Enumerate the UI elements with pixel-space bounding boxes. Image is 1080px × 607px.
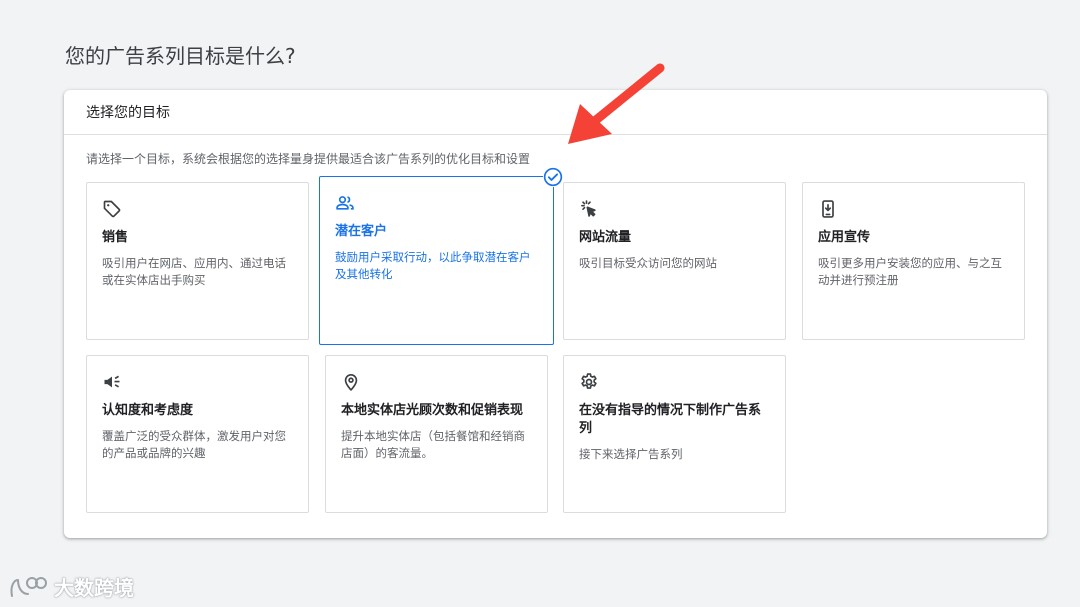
goal-card-description: 覆盖广泛的受众群体，激发用户对您的产品或品牌的兴趣	[102, 429, 286, 460]
check-circle-icon	[543, 167, 563, 187]
location-pin-icon	[341, 372, 361, 392]
goal-card-description: 鼓励用户采取行动，以此争取潜在客户及其他转化	[335, 250, 531, 281]
goal-card-title: 本地实体店光顾次数和促销表现	[341, 403, 524, 418]
goal-card-title: 在没有指导的情况下制作广告系列	[579, 403, 762, 436]
page-title: 您的广告系列目标是什么?	[65, 44, 296, 68]
goal-card-description: 吸引用户在网店、应用内、通过电话或在实体店出手购买	[102, 256, 286, 287]
watermark-logo-icon	[8, 574, 48, 600]
cursor-click-icon	[579, 199, 599, 219]
goal-card-description: 吸引目标受众访问您的网站	[579, 256, 717, 270]
goal-card-title: 网站流量	[579, 230, 632, 245]
goal-card-title: 销售	[102, 230, 129, 245]
panel-description: 请选择一个目标，系统会根据您的选择量身提供最适合该广告系列的优化目标和设置	[86, 152, 531, 166]
panel-header: 选择您的目标	[64, 90, 1047, 135]
goal-card-website-traffic[interactable]: 网站流量 吸引目标受众访问您的网站	[563, 182, 786, 340]
goal-card-description: 吸引更多用户安装您的应用、与之互动并进行预注册	[818, 256, 1002, 287]
goal-card-local-store-visits[interactable]: 本地实体店光顾次数和促销表现 提升本地实体店（包括餐馆和经销商店面）的客流量。	[325, 355, 548, 513]
goal-card-sales[interactable]: 销售 吸引用户在网店、应用内、通过电话或在实体店出手购买	[86, 182, 309, 340]
goal-selection-panel: 选择您的目标 请选择一个目标，系统会根据您的选择量身提供最适合该广告系列的优化目…	[64, 90, 1047, 538]
goal-card-description: 提升本地实体店（包括餐馆和经销商店面）的客流量。	[341, 429, 525, 460]
watermark-text: 大数跨境	[54, 576, 134, 600]
tag-icon	[102, 199, 122, 219]
phone-download-icon	[818, 199, 838, 219]
megaphone-icon	[102, 372, 122, 392]
goal-card-no-guidance[interactable]: 在没有指导的情况下制作广告系列 接下来选择广告系列	[563, 355, 786, 513]
goal-card-description: 接下来选择广告系列	[579, 447, 683, 461]
goal-card-app-promotion[interactable]: 应用宣传 吸引更多用户安装您的应用、与之互动并进行预注册	[802, 182, 1025, 340]
goal-card-title: 潜在客户	[335, 224, 388, 239]
gear-icon	[579, 372, 599, 392]
watermark: 大数跨境	[8, 572, 134, 601]
goal-card-leads[interactable]: 潜在客户 鼓励用户采取行动，以此争取潜在客户及其他转化	[319, 167, 563, 345]
goal-card-title: 认知度和考虑度	[102, 403, 194, 418]
annotation-arrow-icon	[568, 63, 665, 144]
goal-card-title: 应用宣传	[818, 230, 871, 245]
goal-card-awareness[interactable]: 认知度和考虑度 覆盖广泛的受众群体，激发用户对您的产品或品牌的兴趣	[86, 355, 309, 513]
people-icon	[335, 193, 355, 213]
